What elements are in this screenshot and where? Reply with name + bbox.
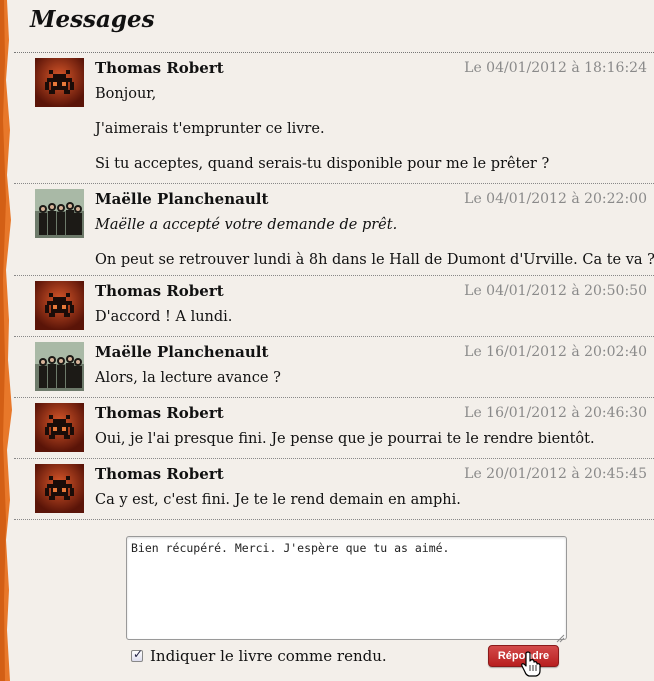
message-item: Thomas Robert Le 16/01/2012 à 20:46:30 O… — [14, 398, 654, 459]
hand-pointer-icon — [520, 651, 542, 677]
message-author[interactable]: Maëlle Planchenault — [95, 190, 268, 208]
mark-returned-label[interactable]: Indiquer le livre comme rendu. — [150, 647, 387, 665]
resize-grip-icon[interactable] — [555, 628, 565, 643]
message-item: Thomas Robert Le 20/01/2012 à 20:45:45 C… — [14, 459, 654, 520]
message-body: Oui, je l'ai presque fini. Je pense que … — [95, 429, 650, 450]
message-item: Thomas Robert Le 04/01/2012 à 18:16:24 B… — [14, 53, 654, 184]
message-item: Thomas Robert Le 04/01/2012 à 20:50:50 D… — [14, 276, 654, 337]
message-item: Maëlle Planchenault Le 04/01/2012 à 20:2… — [14, 184, 654, 276]
mark-returned-checkbox[interactable]: ✓ — [131, 647, 144, 662]
message-line: On peut se retrouver lundi à 8h dans le … — [95, 252, 654, 268]
message-line: Bonjour, — [95, 86, 157, 102]
reply-textarea[interactable]: Bien récupéré. Merci. J'espère que tu as… — [126, 536, 567, 640]
message-thread: Thomas Robert Le 04/01/2012 à 18:16:24 B… — [14, 53, 654, 520]
message-body: Alors, la lecture avance ? — [95, 368, 650, 389]
message-date: Le 04/01/2012 à 20:50:50 — [464, 283, 647, 299]
space-invader-avatar[interactable] — [35, 58, 84, 107]
message-body: Ca y est, c'est fini. Je te le rend dema… — [95, 490, 650, 511]
message-line: Si tu acceptes, quand serais-tu disponib… — [95, 156, 550, 172]
decorative-torn-edge — [0, 0, 14, 681]
message-date: Le 04/01/2012 à 18:16:24 — [464, 60, 647, 76]
message-line: D'accord ! A lundi. — [95, 309, 233, 325]
message-body: Maëlle a accepté votre demande de prêt. … — [95, 215, 654, 271]
message-date: Le 04/01/2012 à 20:22:00 — [464, 191, 647, 207]
page-title: Messages — [30, 6, 155, 33]
space-invader-avatar[interactable] — [35, 403, 84, 452]
group-photo-avatar[interactable] — [35, 342, 84, 391]
message-line: Oui, je l'ai presque fini. Je pense que … — [95, 431, 595, 447]
message-author[interactable]: Thomas Robert — [95, 282, 224, 300]
page-header: Messages — [14, 0, 654, 53]
message-body: Bonjour, J'aimerais t'emprunter ce livre… — [95, 84, 650, 175]
message-item: Maëlle Planchenault Le 16/01/2012 à 20:0… — [14, 337, 654, 398]
space-invader-avatar[interactable] — [35, 464, 84, 513]
space-invader-avatar[interactable] — [35, 281, 84, 330]
message-body: D'accord ! A lundi. — [95, 307, 650, 328]
message-line: Alors, la lecture avance ? — [95, 370, 281, 386]
message-date: Le 16/01/2012 à 20:02:40 — [464, 344, 647, 360]
message-author[interactable]: Thomas Robert — [95, 59, 224, 77]
message-author[interactable]: Thomas Robert — [95, 404, 224, 422]
group-photo-avatar[interactable] — [35, 189, 84, 238]
mark-returned-option[interactable]: ✓ Indiquer le livre comme rendu. — [131, 647, 387, 665]
system-notice: Maëlle a accepté votre demande de prêt. — [95, 217, 398, 233]
checkmark-icon: ✓ — [133, 647, 144, 661]
message-line: J'aimerais t'emprunter ce livre. — [95, 121, 325, 137]
message-author[interactable]: Maëlle Planchenault — [95, 343, 268, 361]
message-date: Le 16/01/2012 à 20:46:30 — [464, 405, 647, 421]
message-author[interactable]: Thomas Robert — [95, 465, 224, 483]
message-date: Le 20/01/2012 à 20:45:45 — [464, 466, 647, 482]
message-line: Ca y est, c'est fini. Je te le rend dema… — [95, 492, 461, 508]
